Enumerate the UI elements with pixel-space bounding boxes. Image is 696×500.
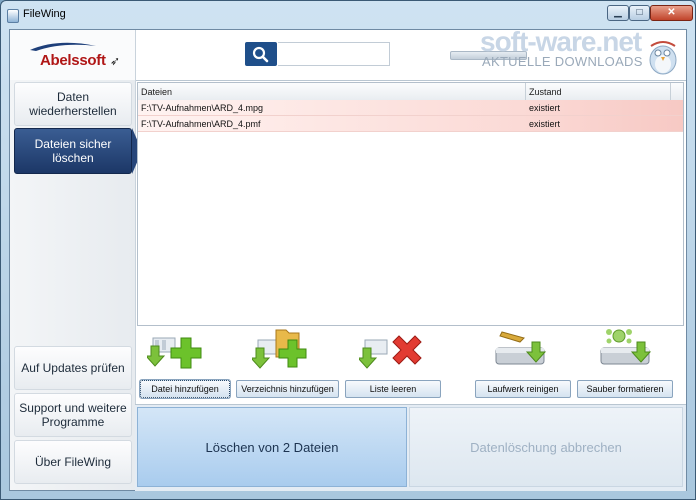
bird-mascot-icon — [649, 41, 677, 75]
delete-files-button[interactable]: Löschen von 2 Dateien — [137, 407, 407, 487]
sidebar-item-support[interactable]: Support und weitere Programme — [14, 393, 132, 437]
column-header-state[interactable]: Zustand — [529, 87, 562, 97]
sidebar-item-about[interactable]: Über FileWing — [14, 440, 132, 484]
bottom-panel: Löschen von 2 Dateien Datenlöschung abbr… — [135, 404, 686, 491]
logo-swoosh-icon — [30, 42, 96, 51]
cell-state: existiert — [529, 103, 561, 113]
search-input[interactable] — [278, 42, 390, 66]
cell-file: F:\TV-Aufnahmen\ARD_4.mpg — [141, 103, 264, 113]
search-button[interactable] — [245, 42, 277, 66]
table-header: Dateien Zustand — [138, 83, 683, 101]
header: Abelssoft ➶ soft-ware.net AKTUELLE DOWNL… — [10, 26, 686, 81]
header-scroll-corner — [670, 83, 683, 100]
cancel-deletion-label: Datenlöschung abbrechen — [470, 439, 622, 455]
sidebar-item-label: Dateien sicher löschen — [34, 137, 112, 165]
cursor-icon: ➶ — [110, 54, 121, 68]
add-folder-icon[interactable] — [252, 326, 316, 372]
app-icon — [7, 9, 19, 23]
app-window: FileWing ▁ □ ✕ Abelssoft ➶ soft-ware.net… — [0, 0, 696, 500]
sidebar-item-label: Daten wiederherstellen — [29, 90, 117, 118]
watermark: soft-ware.net AKTUELLE DOWNLOADS — [450, 26, 686, 80]
action-icons — [137, 326, 684, 376]
sidebar-item-restore[interactable]: Daten wiederherstellen — [14, 82, 132, 126]
sidebar-item-label: Über FileWing — [34, 455, 112, 469]
column-divider[interactable] — [525, 83, 526, 100]
cancel-deletion-button[interactable]: Datenlöschung abbrechen — [409, 407, 683, 487]
clean-format-button[interactable]: Sauber formatieren — [577, 380, 673, 398]
clean-drive-icon[interactable] — [492, 326, 556, 372]
sidebar-item-label: Auf Updates prüfen — [21, 361, 125, 375]
client-area: Abelssoft ➶ soft-ware.net AKTUELLE DOWNL… — [9, 26, 687, 491]
sidebar-item-secure-delete[interactable]: Dateien sicher löschen — [14, 128, 132, 174]
watermark-subtitle: AKTUELLE DOWNLOADS — [482, 54, 643, 69]
close-button[interactable]: ✕ — [650, 5, 693, 21]
logo-text: Abelssoft — [40, 52, 106, 69]
clean-drive-button[interactable]: Laufwerk reinigen — [475, 380, 571, 398]
cell-file: F:\TV-Aufnahmen\ARD_4.pmf — [141, 119, 261, 129]
add-file-icon[interactable] — [147, 326, 211, 372]
sidebar-item-label: Support und weitere Programme — [19, 401, 127, 429]
cell-state: existiert — [529, 119, 561, 129]
sidebar-item-updates[interactable]: Auf Updates prüfen — [14, 346, 132, 390]
table-row[interactable]: F:\TV-Aufnahmen\ARD_4.pmf existiert — [138, 116, 683, 132]
clean-format-icon[interactable] — [597, 326, 661, 372]
delete-files-label: Löschen von 2 Dateien — [205, 439, 339, 455]
clear-list-button[interactable]: Liste leeren — [345, 380, 441, 398]
sidebar: Daten wiederherstellen Dateien sicher lö… — [10, 80, 142, 490]
title-bar[interactable]: FileWing ▁ □ ✕ — [1, 1, 695, 29]
maximize-button[interactable]: □ — [629, 5, 650, 21]
window-title: FileWing — [23, 8, 66, 20]
file-table[interactable]: Dateien Zustand F:\TV-Aufnahmen\ARD_4.mp… — [137, 82, 684, 326]
logo: Abelssoft ➶ — [10, 30, 136, 80]
minimize-button[interactable]: ▁ — [607, 5, 629, 21]
table-row[interactable]: F:\TV-Aufnahmen\ARD_4.mpg existiert — [138, 100, 683, 116]
search-icon — [252, 46, 269, 63]
add-file-button[interactable]: Datei hinzufügen — [139, 379, 231, 399]
add-directory-button[interactable]: Verzeichnis hinzufügen — [236, 380, 339, 398]
clear-list-icon[interactable] — [359, 326, 423, 372]
column-header-files[interactable]: Dateien — [141, 87, 172, 97]
